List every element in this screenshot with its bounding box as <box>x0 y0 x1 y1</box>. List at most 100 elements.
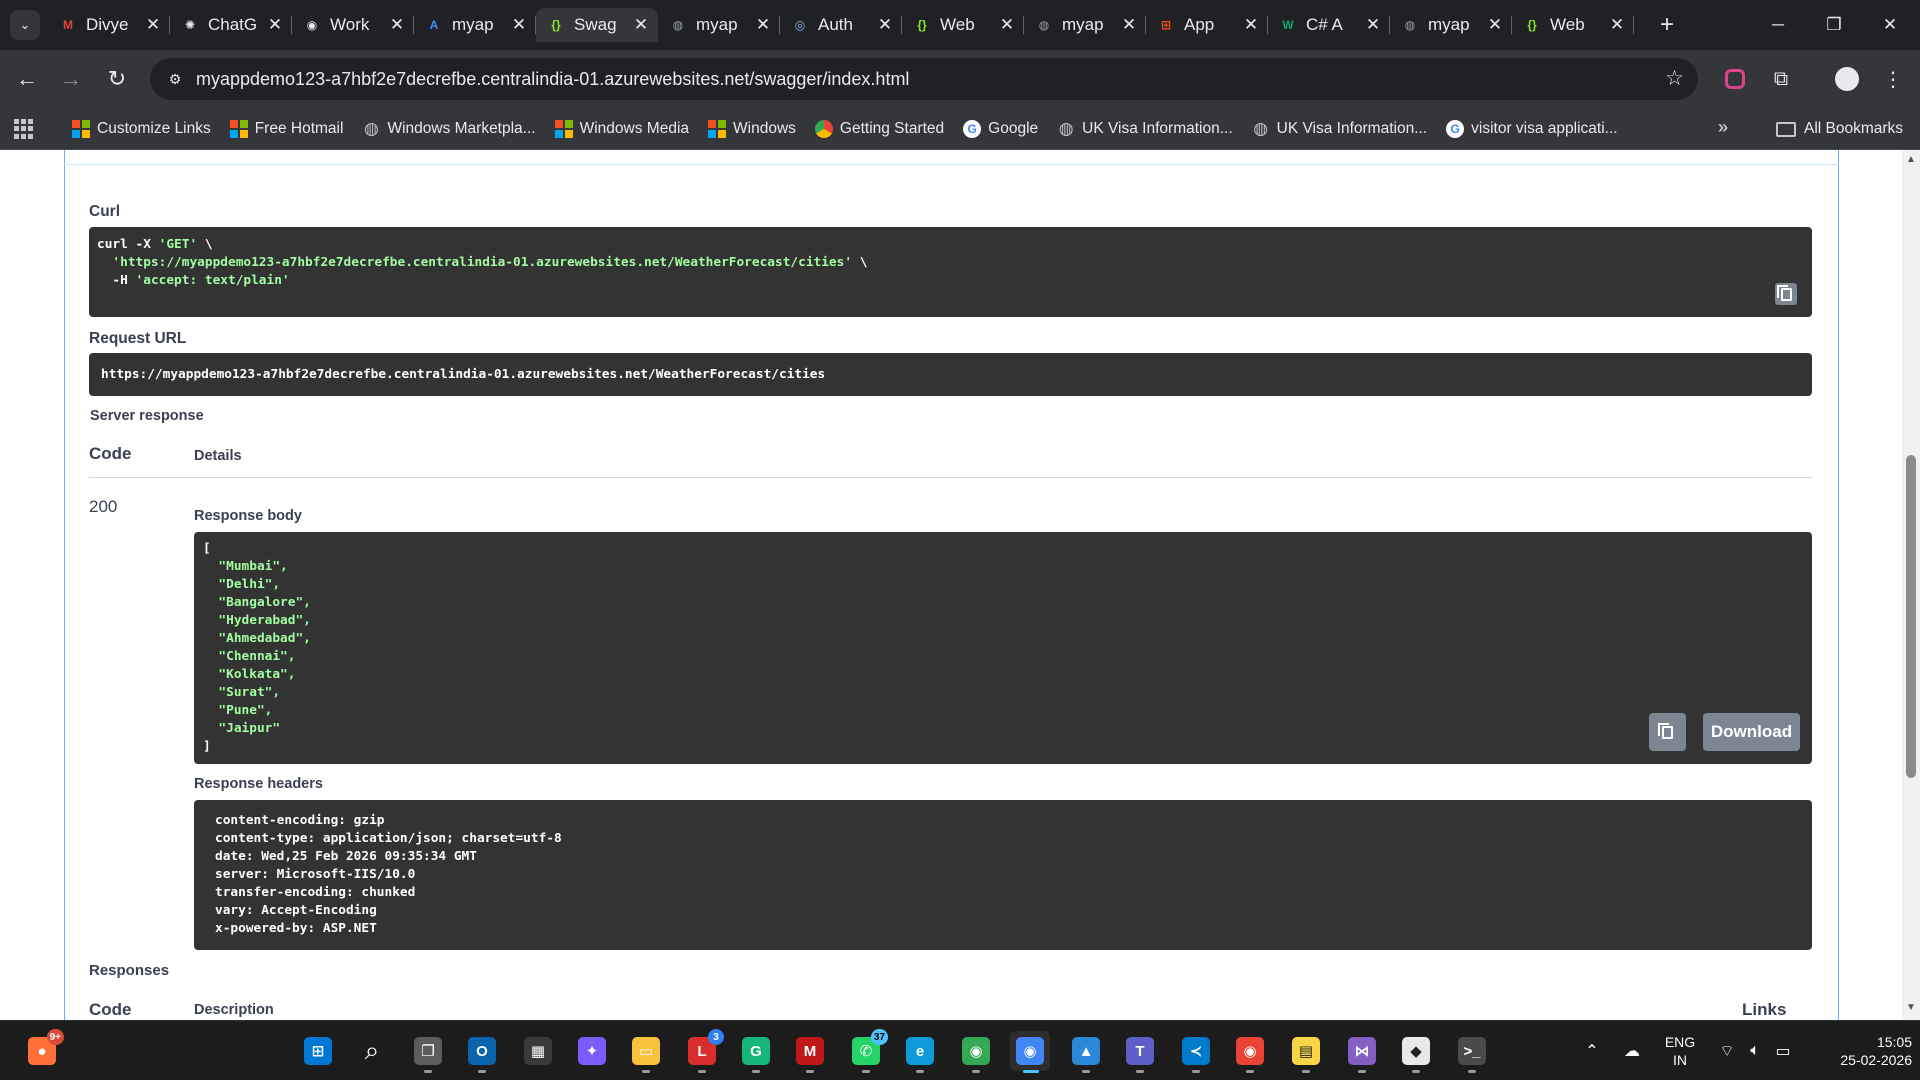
bookmark-item[interactable]: ◍ UK Visa Information... <box>1057 119 1233 138</box>
curl-code-block[interactable]: curl -X 'GET' \ 'https://myappdemo123-a7… <box>89 227 1812 317</box>
show-hidden-icons-chevron[interactable]: ⌃ <box>1578 1021 1606 1080</box>
clock[interactable]: 15:05 25-02-2026 <box>1804 1021 1912 1080</box>
scroll-down-icon[interactable]: ▼ <box>1905 1002 1917 1014</box>
sticky-notes-icon[interactable]: ▤ <box>1286 1031 1326 1073</box>
chrome-icon[interactable]: ◉ <box>956 1031 996 1073</box>
file-explorer-icon[interactable]: ▭ <box>626 1031 666 1073</box>
bookmark-item[interactable]: G Google <box>963 120 1038 138</box>
scrollbar-thumb[interactable] <box>1906 455 1916 778</box>
browser-tab[interactable]: ⊞ App ✕ <box>1146 8 1268 42</box>
json-string-value: "Chennai", <box>218 649 296 664</box>
bookmark-item[interactable]: Getting Started <box>814 120 944 138</box>
new-tab-button[interactable]: + <box>1652 10 1682 40</box>
chrome-profile-icon[interactable]: ◉ <box>1230 1031 1270 1073</box>
language-indicator[interactable]: ENG IN <box>1654 1021 1706 1080</box>
tab-close-icon[interactable]: ✕ <box>388 15 406 35</box>
wifi-icon[interactable]: ⌔ <box>1714 1021 1740 1080</box>
address-bar[interactable]: ⚙ myappdemo123-a7hbf2e7decrefbe.centrali… <box>150 58 1698 100</box>
tab-close-icon[interactable]: ✕ <box>1120 15 1138 35</box>
onedrive-icon[interactable]: ☁ <box>1618 1021 1646 1080</box>
bookmarks-overflow-icon[interactable]: » <box>1718 117 1728 138</box>
tab-close-icon[interactable]: ✕ <box>510 15 528 35</box>
profile-avatar[interactable] <box>1832 64 1862 94</box>
copilot-icon[interactable]: ✦ <box>572 1031 612 1071</box>
start-icon[interactable]: ⊞ <box>298 1031 338 1071</box>
scroll-up-icon[interactable]: ▲ <box>1905 154 1917 166</box>
tab-close-icon[interactable]: ✕ <box>754 15 772 35</box>
browser-tab[interactable]: Amyap ✕ <box>414 8 536 42</box>
download-button[interactable]: Download <box>1703 713 1800 751</box>
edge-icon[interactable]: e <box>900 1031 940 1073</box>
volume-icon[interactable]: 🔈︎ <box>1742 1021 1768 1080</box>
forward-button[interactable]: → <box>54 62 88 96</box>
firefox-icon[interactable]: ● 9+ <box>22 1029 64 1071</box>
whatsapp-icon[interactable]: ✆ 37 <box>846 1029 888 1073</box>
tab-close-icon[interactable]: ✕ <box>632 15 650 35</box>
details-column-header: Details <box>194 448 242 464</box>
outlook-icon[interactable]: O <box>462 1031 502 1073</box>
tab-close-icon[interactable]: ✕ <box>876 15 894 35</box>
minimize-button[interactable]: ─ <box>1750 0 1806 50</box>
browser-tab[interactable]: ◍ myap ✕ <box>658 8 780 42</box>
request-url-block[interactable]: https://myappdemo123-a7hbf2e7decrefbe.ce… <box>89 353 1812 396</box>
response-body-block[interactable]: [ "Mumbai", "Delhi", "Bangalore", "Hyder… <box>194 532 1812 764</box>
copy-curl-button[interactable] <box>1775 283 1797 305</box>
teams-glyph: T <box>1126 1037 1154 1065</box>
tab-search-button[interactable]: ⌄ <box>10 10 40 40</box>
tab-close-icon[interactable]: ✕ <box>144 15 162 35</box>
visual-studio-icon[interactable]: ⋈ <box>1342 1031 1382 1073</box>
chrome-dev-icon[interactable]: ◉ <box>1010 1031 1050 1073</box>
browser-tab[interactable]: {} Web ✕ <box>1512 8 1634 42</box>
box-app-icon[interactable]: ◆ <box>1396 1031 1436 1073</box>
grammarly-icon[interactable]: G <box>736 1031 776 1073</box>
tab-close-icon[interactable]: ✕ <box>1608 15 1626 35</box>
photos-icon[interactable]: ▲ <box>1066 1031 1106 1073</box>
browser-tab[interactable]: ◎ Auth ✕ <box>780 8 902 42</box>
response-headers-block[interactable]: content-encoding: gzip content-type: appl… <box>194 800 1812 950</box>
tab-close-icon[interactable]: ✕ <box>1486 15 1504 35</box>
bookmark-item[interactable]: Free Hotmail <box>229 120 343 138</box>
bookmark-item[interactable]: Windows <box>708 120 796 138</box>
close-window-button[interactable]: ✕ <box>1862 0 1918 50</box>
tab-close-icon[interactable]: ✕ <box>998 15 1016 35</box>
extensions-puzzle-icon[interactable]: ⧉ <box>1766 64 1796 94</box>
browser-tab[interactable]: ◉ Work ✕ <box>292 8 414 42</box>
browser-tab[interactable]: W C# A ✕ <box>1268 8 1390 42</box>
browser-tab[interactable]: M Divye ✕ <box>48 8 170 42</box>
bookmark-item[interactable]: ◍ UK Visa Information... <box>1252 119 1427 138</box>
tab-close-icon[interactable]: ✕ <box>266 15 284 35</box>
vscode-icon[interactable]: ≺ <box>1176 1031 1216 1073</box>
bookmark-item[interactable]: Customize Links <box>72 120 211 138</box>
browser-tab[interactable]: ◍ myap ✕ <box>1390 8 1512 42</box>
tab-title: Divye <box>86 15 129 34</box>
teams-icon[interactable]: T <box>1120 1031 1160 1073</box>
reload-button[interactable]: ↻ <box>100 62 134 96</box>
browser-tab[interactable]: ◍ myap ✕ <box>1024 8 1146 42</box>
browser-tab[interactable]: {} Web ✕ <box>902 8 1024 42</box>
terminal-icon[interactable]: >_ <box>1452 1031 1492 1073</box>
bookmark-star-icon[interactable]: ☆ <box>1665 66 1684 91</box>
bookmark-label: visitor visa applicati... <box>1471 120 1618 137</box>
store-icon[interactable]: ▦ <box>518 1031 558 1071</box>
all-bookmarks-button[interactable]: All Bookmarks <box>1776 108 1903 150</box>
apps-grid-icon[interactable] <box>14 119 34 139</box>
page-scrollbar[interactable]: ▲ ▼ <box>1902 150 1920 1020</box>
lens-icon[interactable]: L3 <box>682 1029 724 1073</box>
search-icon[interactable]: ⌕ <box>352 1031 392 1071</box>
restore-button[interactable]: ❐ <box>1806 0 1862 50</box>
tab-close-icon[interactable]: ✕ <box>1364 15 1382 35</box>
browser-tab[interactable]: {} Swag ✕ <box>536 8 658 42</box>
mcafee-icon[interactable]: M <box>790 1031 830 1073</box>
task-view-icon[interactable]: ❐ <box>408 1031 448 1073</box>
instagram-extension-icon[interactable] <box>1720 64 1750 94</box>
browser-tab[interactable]: ✺ ChatG ✕ <box>170 8 292 42</box>
tab-close-icon[interactable]: ✕ <box>1242 15 1260 35</box>
menu-kebab-icon[interactable]: ⋮ <box>1878 64 1908 94</box>
battery-icon[interactable]: ▭ <box>1770 1021 1796 1080</box>
bookmark-item[interactable]: Windows Media <box>554 120 689 138</box>
copy-response-button[interactable] <box>1649 713 1686 751</box>
back-button[interactable]: ← <box>10 62 44 96</box>
bookmark-item[interactable]: ◍ Windows Marketpla... <box>362 119 536 138</box>
bookmark-item[interactable]: Gvisitor visa applicati... <box>1446 120 1618 138</box>
site-info-icon[interactable]: ⚙ <box>162 66 188 92</box>
